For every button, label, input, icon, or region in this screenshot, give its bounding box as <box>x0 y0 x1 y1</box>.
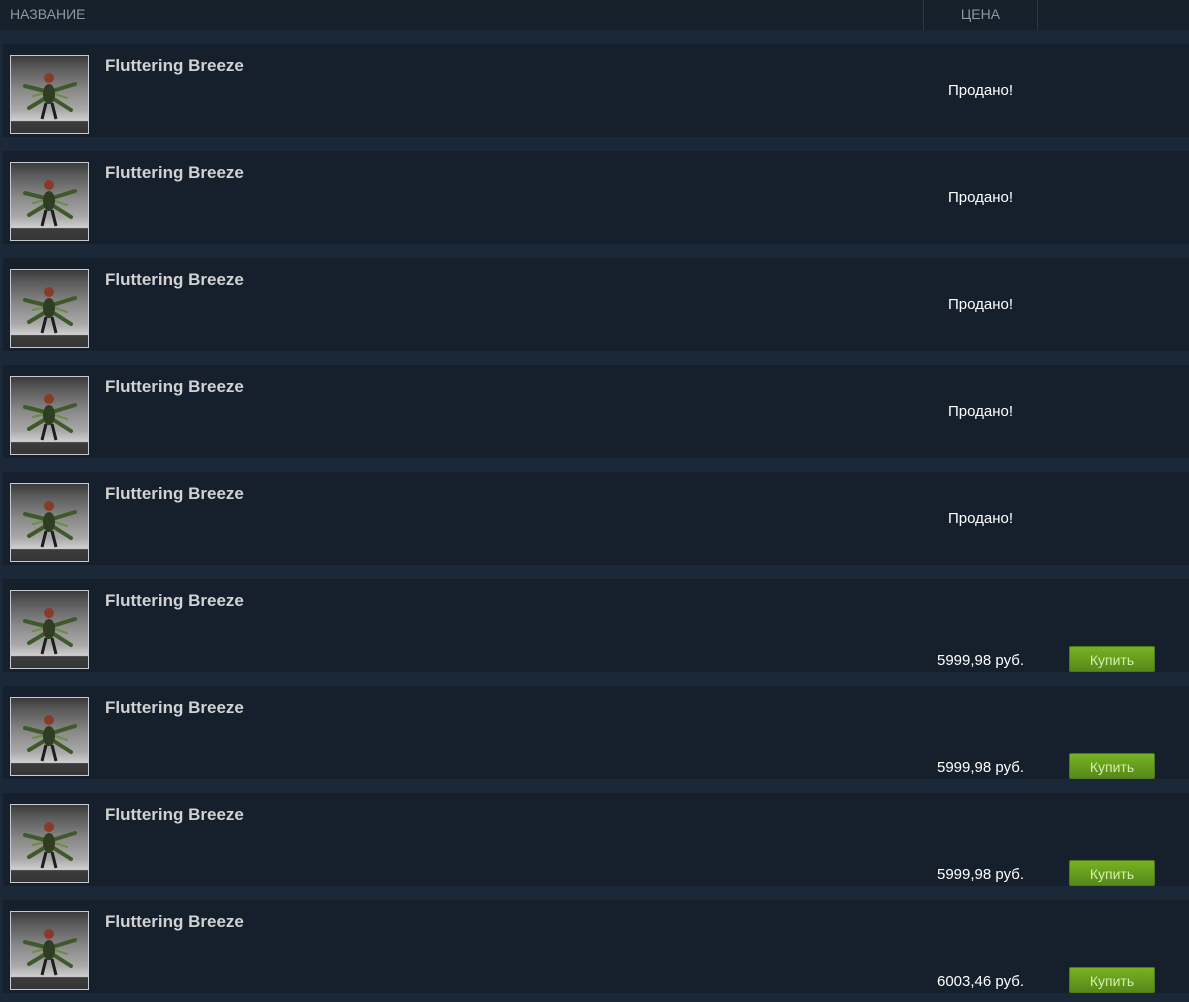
buy-button[interactable]: Купить <box>1069 967 1155 993</box>
windrunner-item-icon[interactable] <box>10 697 89 776</box>
windrunner-item-icon[interactable] <box>10 162 89 241</box>
sold-status-label: Продано! <box>947 403 1014 420</box>
column-divider <box>1037 0 1038 30</box>
item-name-link[interactable]: Fluttering Breeze <box>105 163 244 183</box>
sold-status-label: Продано! <box>947 82 1014 99</box>
price-column-header: ЦЕНА <box>960 6 1001 22</box>
listing-row[interactable]: Fluttering Breeze 5999,98 руб. Купить <box>3 579 1189 672</box>
listing-row[interactable]: Fluttering Breeze Продано! <box>3 258 1189 351</box>
windrunner-item-icon[interactable] <box>10 590 89 669</box>
item-name-link[interactable]: Fluttering Breeze <box>105 912 244 932</box>
price-label: 5999,98 руб. <box>937 652 1024 669</box>
sold-status-label: Продано! <box>947 510 1014 527</box>
item-name-link[interactable]: Fluttering Breeze <box>105 591 244 611</box>
windrunner-item-icon[interactable] <box>10 55 89 134</box>
windrunner-item-icon[interactable] <box>10 269 89 348</box>
sold-status-label: Продано! <box>947 189 1014 206</box>
listing-row[interactable]: Fluttering Breeze 6003,46 руб. Купить <box>3 900 1189 993</box>
listing-row[interactable]: Fluttering Breeze 5999,98 руб. Купить <box>3 686 1189 779</box>
item-name-link[interactable]: Fluttering Breeze <box>105 56 244 76</box>
price-label: 5999,98 руб. <box>937 759 1024 776</box>
sold-status-label: Продано! <box>947 296 1014 313</box>
item-name-link[interactable]: Fluttering Breeze <box>105 484 244 504</box>
windrunner-item-icon[interactable] <box>10 376 89 455</box>
listing-table-header: НАЗВАНИЕ ЦЕНА <box>0 0 1189 30</box>
windrunner-item-icon[interactable] <box>10 483 89 562</box>
listing-row[interactable]: Fluttering Breeze Продано! <box>3 151 1189 244</box>
listing-row[interactable]: Fluttering Breeze Продано! <box>3 44 1189 137</box>
item-name-link[interactable]: Fluttering Breeze <box>105 270 244 290</box>
buy-button[interactable]: Купить <box>1069 646 1155 672</box>
windrunner-item-icon[interactable] <box>10 911 89 990</box>
buy-button[interactable]: Купить <box>1069 753 1155 779</box>
buy-button[interactable]: Купить <box>1069 860 1155 886</box>
listing-row[interactable]: Fluttering Breeze Продано! <box>3 472 1189 565</box>
item-name-link[interactable]: Fluttering Breeze <box>105 805 244 825</box>
price-label: 5999,98 руб. <box>937 866 1024 883</box>
windrunner-item-icon[interactable] <box>10 804 89 883</box>
item-name-link[interactable]: Fluttering Breeze <box>105 377 244 397</box>
item-name-link[interactable]: Fluttering Breeze <box>105 698 244 718</box>
listing-row[interactable]: Fluttering Breeze 5999,98 руб. Купить <box>3 793 1189 886</box>
price-label: 6003,46 руб. <box>937 973 1024 990</box>
name-column-header: НАЗВАНИЕ <box>10 6 86 22</box>
listing-row[interactable]: Fluttering Breeze Продано! <box>3 365 1189 458</box>
